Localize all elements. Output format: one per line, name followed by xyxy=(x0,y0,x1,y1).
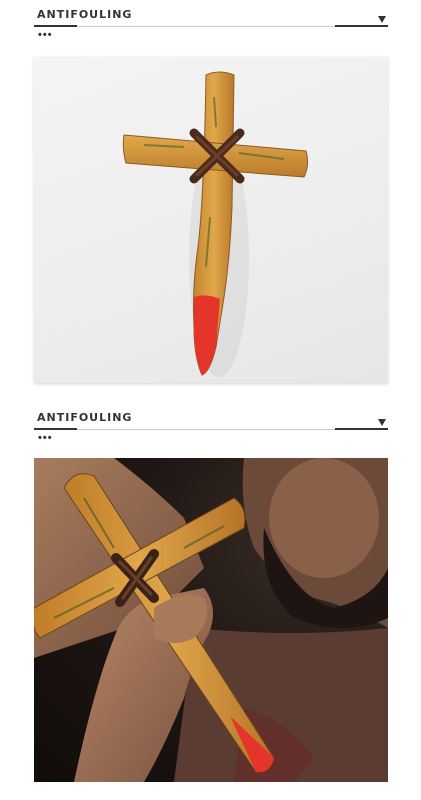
more-dots-icon: ••• xyxy=(38,29,53,41)
product-photo-man-holding-cross xyxy=(34,458,388,782)
cross-illustration xyxy=(122,71,309,377)
section-title: ANTIFOULING xyxy=(37,8,133,21)
dropdown-arrow-icon[interactable] xyxy=(378,16,386,23)
hand-holding-cross-illustration xyxy=(34,458,388,782)
divider-accent-right xyxy=(335,428,388,430)
divider-accent-right xyxy=(335,25,388,27)
dropdown-arrow-icon[interactable] xyxy=(378,419,386,426)
more-dots-icon: ••• xyxy=(38,432,53,444)
section-title: ANTIFOULING xyxy=(37,411,133,424)
section-header-1: ANTIFOULING ••• xyxy=(34,8,388,41)
product-photo-cross xyxy=(34,57,388,383)
section-header-2: ANTIFOULING ••• xyxy=(34,411,388,444)
divider-accent-left xyxy=(34,428,77,430)
divider-accent-left xyxy=(34,25,77,27)
